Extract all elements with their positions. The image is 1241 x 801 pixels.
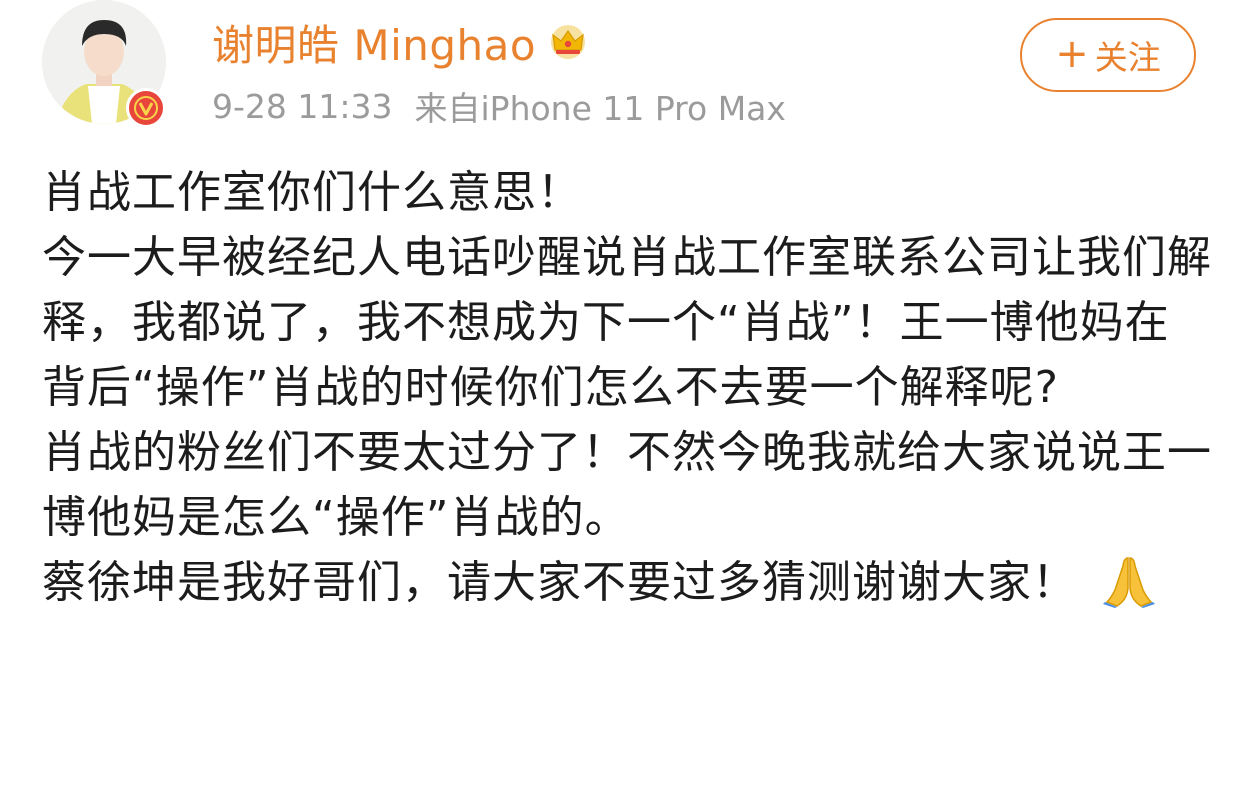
post-paragraph-text: 蔡徐坤是我好哥们，请大家不要过多猜测谢谢大家！	[42, 557, 1077, 608]
weibo-post: 谢明皓 Minghao 9-28 11:33 来自iPhone 11 Pro M…	[0, 0, 1241, 801]
verified-badge	[126, 88, 166, 128]
post-paragraph: 今一大早被经纪人电话吵醒说肖战工作室联系公司让我们解释，我都说了，我不想成为下一…	[42, 232, 1212, 413]
folded-hands-icon	[1103, 557, 1155, 608]
post-meta: 9-28 11:33 来自iPhone 11 Pro Max	[212, 84, 786, 129]
verified-v-icon	[134, 96, 158, 120]
follow-label: 关注	[1094, 38, 1161, 77]
username-row: 谢明皓 Minghao	[212, 10, 588, 74]
post-paragraph: 肖战的粉丝们不要太过分了！不然今晚我就给大家说说王一博他妈是怎么“操作”肖战的。	[42, 427, 1212, 543]
post-content: 肖战工作室你们什么意思！ 今一大早被经纪人电话吵醒说肖战工作室联系公司让我们解释…	[42, 160, 1212, 615]
post-source: 来自iPhone 11 Pro Max	[414, 89, 786, 128]
username[interactable]: 谢明皓 Minghao	[212, 12, 536, 73]
post-paragraph: 蔡徐坤是我好哥们，请大家不要过多猜测谢谢大家！	[42, 550, 1212, 615]
crown-icon	[551, 25, 586, 59]
plus-icon: +	[1055, 30, 1089, 77]
post-paragraph: 肖战工作室你们什么意思！	[42, 167, 582, 218]
follow-button[interactable]: + 关注	[1020, 18, 1196, 92]
post-time: 9-28 11:33	[212, 86, 393, 126]
